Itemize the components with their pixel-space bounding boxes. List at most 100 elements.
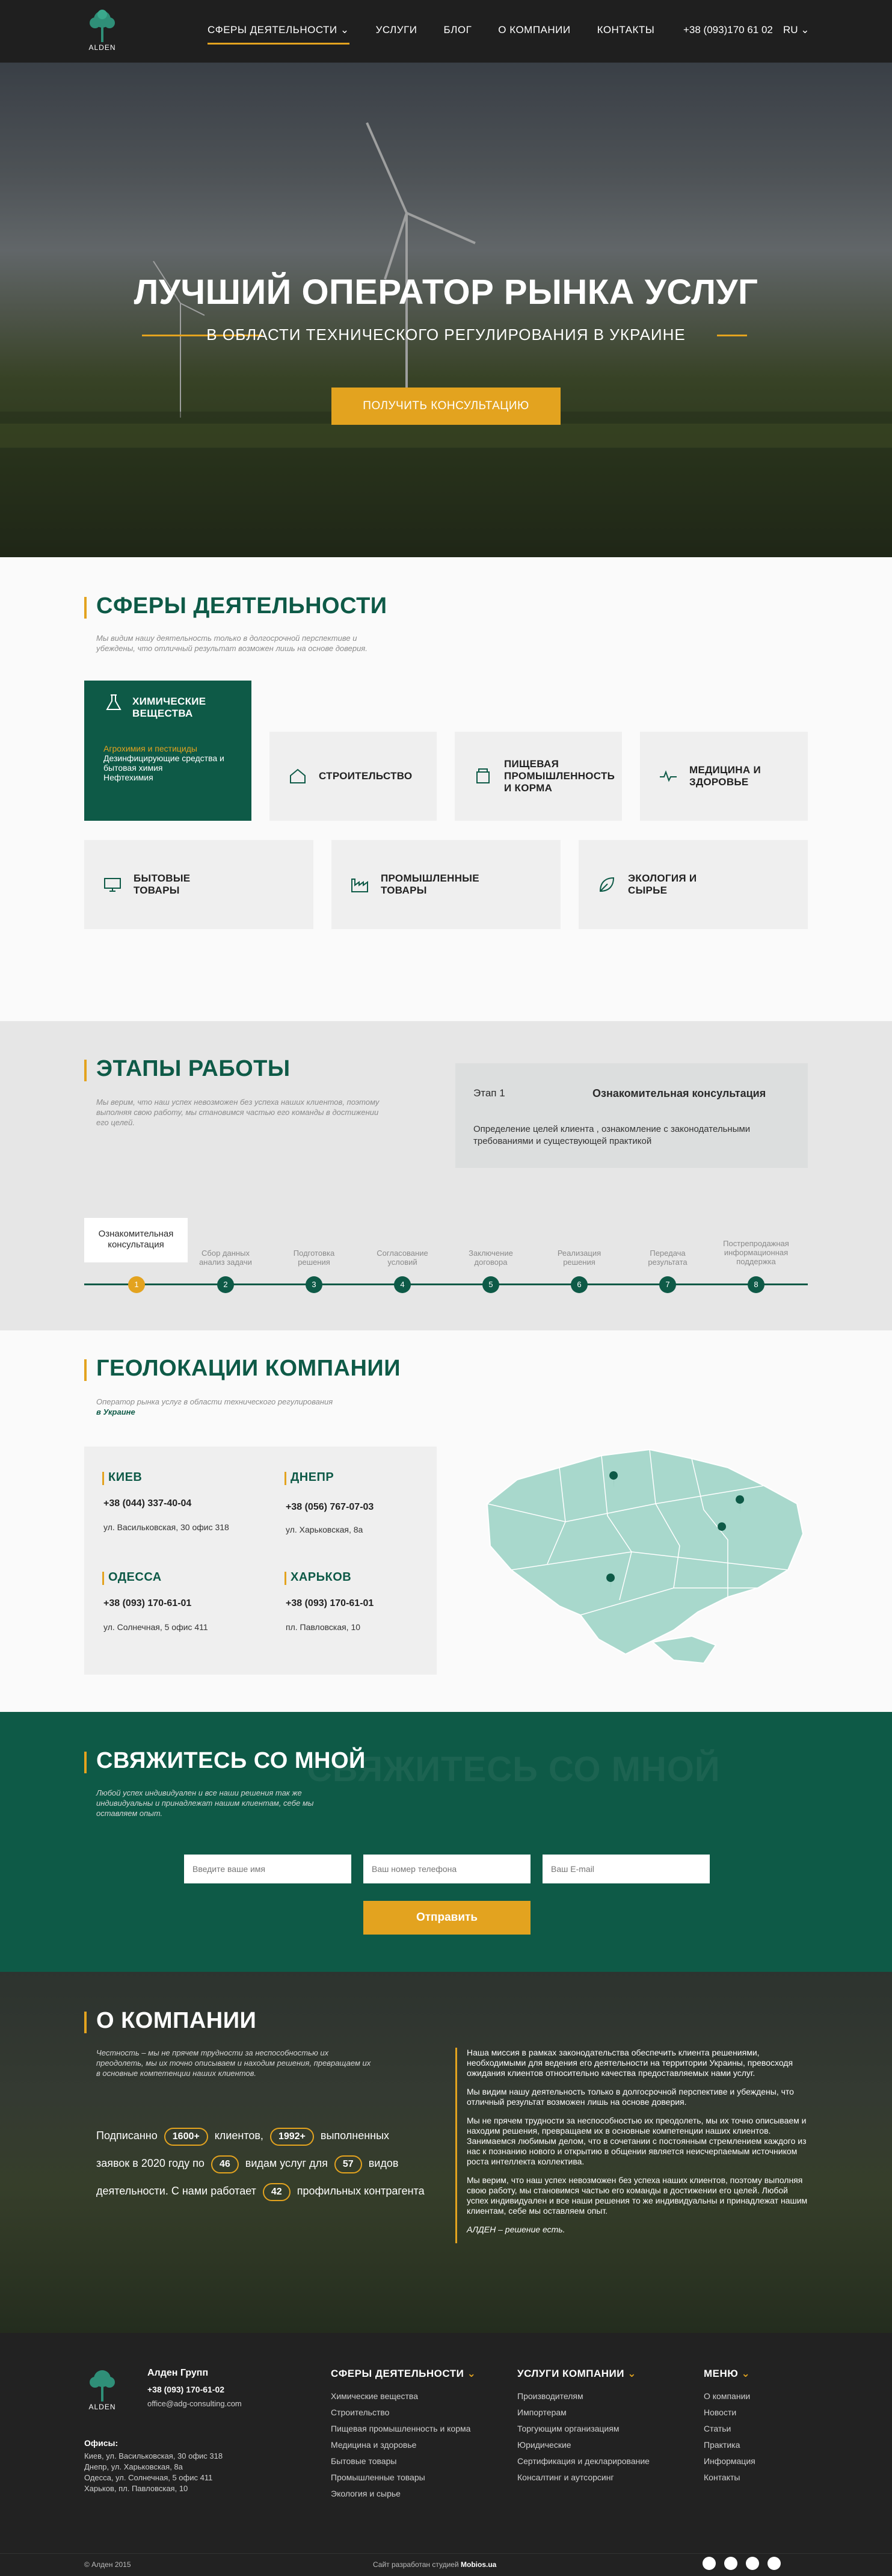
- stat-value: 46: [211, 2155, 239, 2173]
- stages-description: Мы верим, что наш успех невозможен без у…: [96, 1098, 380, 1127]
- footer-phone[interactable]: +38 (093) 170-61-02: [147, 2385, 224, 2394]
- timeline-dot-6[interactable]: 6: [571, 1276, 588, 1293]
- viber-icon[interactable]: [746, 2557, 759, 2570]
- footer-link[interactable]: Информация: [704, 2453, 755, 2469]
- consultation-button[interactable]: ПОЛУЧИТЬ КОНСУЛЬТАЦИЮ: [331, 388, 561, 425]
- geo-desc-link[interactable]: в Украине: [96, 1407, 135, 1416]
- nav-item-about[interactable]: О КОМПАНИИ: [498, 24, 570, 36]
- sphere-card-ecology[interactable]: ЭКОЛОГИЯ И СЫРЬЕ: [579, 840, 808, 929]
- timeline-dot-8[interactable]: 8: [748, 1276, 764, 1293]
- chevron-down-icon: ⌄: [467, 2368, 476, 2379]
- about-slogan: АЛДЕН – решение есть.: [467, 2225, 565, 2234]
- footer-link[interactable]: Промышленные товары: [331, 2469, 470, 2486]
- footer-link[interactable]: Сертификация и декларирование: [517, 2453, 650, 2469]
- footer-link[interactable]: Торгующим организациям: [517, 2421, 650, 2437]
- timeline-dot-4[interactable]: 4: [394, 1276, 411, 1293]
- subcategory-disinfect[interactable]: Дезинфицирующие средства и бытовая химия: [103, 753, 251, 773]
- footer-link[interactable]: Химические вещества: [331, 2388, 470, 2405]
- geo-desc-text: Оператор рынка услуг в области техническ…: [96, 1397, 333, 1406]
- sphere-card-construction[interactable]: СТРОИТЕЛЬСТВО: [269, 732, 437, 821]
- footer-col-label: УСЛУГИ КОМПАНИИ: [517, 2368, 624, 2379]
- subcategory-petrochem[interactable]: Нефтехимия: [103, 773, 251, 782]
- timeline-dot-7[interactable]: 7: [659, 1276, 676, 1293]
- timeline-dot-5[interactable]: 5: [482, 1276, 499, 1293]
- footer-col-menu-title[interactable]: МЕНЮ ⌄: [704, 2368, 750, 2380]
- language-switch[interactable]: RU ⌄: [783, 24, 810, 36]
- timeline-label[interactable]: Согласование условий: [369, 1249, 435, 1267]
- sphere-card-household[interactable]: БЫТОВЫЕ ТОВАРЫ: [84, 840, 313, 929]
- email-input[interactable]: [543, 1855, 710, 1883]
- whatsapp-icon[interactable]: [767, 2557, 781, 2570]
- contact-section: СВЯЖИТЕСЬ СО МНОЙ СВЯЖИТЕСЬ СО МНОЙ Любо…: [0, 1712, 892, 1972]
- footer-link[interactable]: Консалтинг и аутсорсинг: [517, 2469, 650, 2486]
- hero: ЛУЧШИЙ ОПЕРАТОР РЫНКА УСЛУГ В ОБЛАСТИ ТЕ…: [0, 63, 892, 557]
- header-phone[interactable]: +38 (093)170 61 02: [683, 24, 773, 36]
- nav-item-spheres[interactable]: СФЕРЫ ДЕЯТЕЛЬНОСТИ ⌄: [208, 24, 349, 45]
- phone-input[interactable]: [363, 1855, 531, 1883]
- lang-label: RU: [783, 24, 798, 36]
- dev-link[interactable]: Mobios.ua: [461, 2560, 496, 2569]
- footer-link[interactable]: Строительство: [331, 2405, 470, 2421]
- send-button[interactable]: Отправить: [363, 1901, 531, 1935]
- name-input[interactable]: [184, 1855, 351, 1883]
- telegram-icon[interactable]: [724, 2557, 737, 2570]
- office-city: ДНЕПР: [285, 1471, 334, 1485]
- spheres-description: Мы видим нашу деятельность только в долг…: [96, 634, 368, 653]
- footer-link[interactable]: Пищевая промышленность и корма: [331, 2421, 470, 2437]
- footer-link[interactable]: Бытовые товары: [331, 2453, 470, 2469]
- stage-detail-box: Этап 1 Ознакомительная консультация Опре…: [455, 1063, 808, 1168]
- timeline-label[interactable]: Реализация решения: [546, 1249, 612, 1267]
- timeline-label[interactable]: Пострепродажная информационная поддержка: [723, 1239, 789, 1266]
- logo[interactable]: ALDEN: [84, 8, 120, 57]
- instagram-icon[interactable]: [703, 2557, 716, 2570]
- footer-link[interactable]: О компании: [704, 2388, 755, 2405]
- footer-col-services-title[interactable]: УСЛУГИ КОМПАНИИ ⌄: [517, 2368, 636, 2380]
- footer-link[interactable]: Импортерам: [517, 2405, 650, 2421]
- footer-email[interactable]: office@adg-consulting.com: [147, 2399, 242, 2408]
- ukraine-map[interactable]: [475, 1432, 809, 1666]
- footer-link[interactable]: Производителям: [517, 2388, 650, 2405]
- factory-icon: [351, 879, 368, 892]
- sphere-card-industrial[interactable]: ПРОМЫШЛЕННЫЕ ТОВАРЫ: [331, 840, 561, 929]
- timeline-dot-2[interactable]: 2: [217, 1276, 234, 1293]
- timeline-label[interactable]: Сбор данных анализ задачи: [192, 1249, 259, 1267]
- sphere-card-chemicals[interactable]: ХИМИЧЕСКИЕ ВЕЩЕСТВА Агрохимия и пестицид…: [84, 681, 251, 821]
- footer-link[interactable]: Практика: [704, 2437, 755, 2453]
- office-city: ХАРЬКОВ: [285, 1571, 351, 1585]
- office-address: ул. Харьковская, 8а: [286, 1525, 363, 1534]
- geo-description: Оператор рынка услуг в области техническ…: [96, 1397, 385, 1417]
- footer-office: Харьков, пл. Павловская, 10: [84, 2484, 188, 2493]
- footer-offices: Киев, ул. Васильковская, 30 офис 318 Дне…: [84, 2451, 223, 2494]
- sphere-card-food[interactable]: ПИЩЕВАЯ ПРОМЫШЛЕННОСТЬ И КОРМА: [455, 732, 622, 821]
- nav-item-contacts[interactable]: КОНТАКТЫ: [597, 24, 655, 36]
- footer-link[interactable]: Статьи: [704, 2421, 755, 2437]
- nav-item-services[interactable]: УСЛУГИ: [376, 24, 417, 36]
- footer-link[interactable]: Медицина и здоровье: [331, 2437, 470, 2453]
- timeline-dot-1[interactable]: 1: [128, 1276, 145, 1293]
- stat-value: 57: [334, 2155, 362, 2173]
- nav-item-blog[interactable]: БЛОГ: [444, 24, 472, 36]
- footer-link[interactable]: Контакты: [704, 2469, 755, 2486]
- footer-logo[interactable]: ALDEN: [84, 2368, 120, 2416]
- office-phone[interactable]: +38 (044) 337-40-04: [103, 1498, 191, 1509]
- page: ALDEN СФЕРЫ ДЕЯТЕЛЬНОСТИ ⌄ УСЛУГИ БЛОГ О…: [0, 0, 892, 2576]
- timeline-label[interactable]: Заключение договора: [458, 1249, 524, 1267]
- sphere-label: ПРОМЫШЛЕННЫЕ ТОВАРЫ: [381, 873, 479, 896]
- footer-col-spheres-title[interactable]: СФЕРЫ ДЕЯТЕЛЬНОСТИ ⌄: [331, 2368, 476, 2380]
- timeline-active-label[interactable]: Ознакомительная консультация: [84, 1218, 188, 1262]
- timeline-label[interactable]: Подготовка решения: [281, 1249, 347, 1267]
- office-phone[interactable]: +38 (056) 767-07-03: [286, 1502, 374, 1513]
- footer-link[interactable]: Экология и сырье: [331, 2486, 470, 2502]
- stat-text: заявок в 2020 году по: [96, 2157, 205, 2169]
- office-phone[interactable]: +38 (093) 170-61-01: [286, 1598, 374, 1609]
- footer-link[interactable]: Новости: [704, 2405, 755, 2421]
- office-phone[interactable]: +38 (093) 170-61-01: [103, 1598, 191, 1609]
- subcategory-agro[interactable]: Агрохимия и пестициды: [103, 744, 251, 753]
- stat-text: Подписанно: [96, 2130, 158, 2142]
- stat-text: клиентов,: [214, 2130, 263, 2142]
- footer-link[interactable]: Юридические: [517, 2437, 650, 2453]
- timeline-dot-3[interactable]: 3: [306, 1276, 322, 1293]
- timeline-label[interactable]: Передача результата: [635, 1249, 701, 1267]
- office-city: КИЕВ: [102, 1471, 142, 1485]
- sphere-card-medicine[interactable]: МЕДИЦИНА И ЗДОРОВЬЕ: [640, 732, 808, 821]
